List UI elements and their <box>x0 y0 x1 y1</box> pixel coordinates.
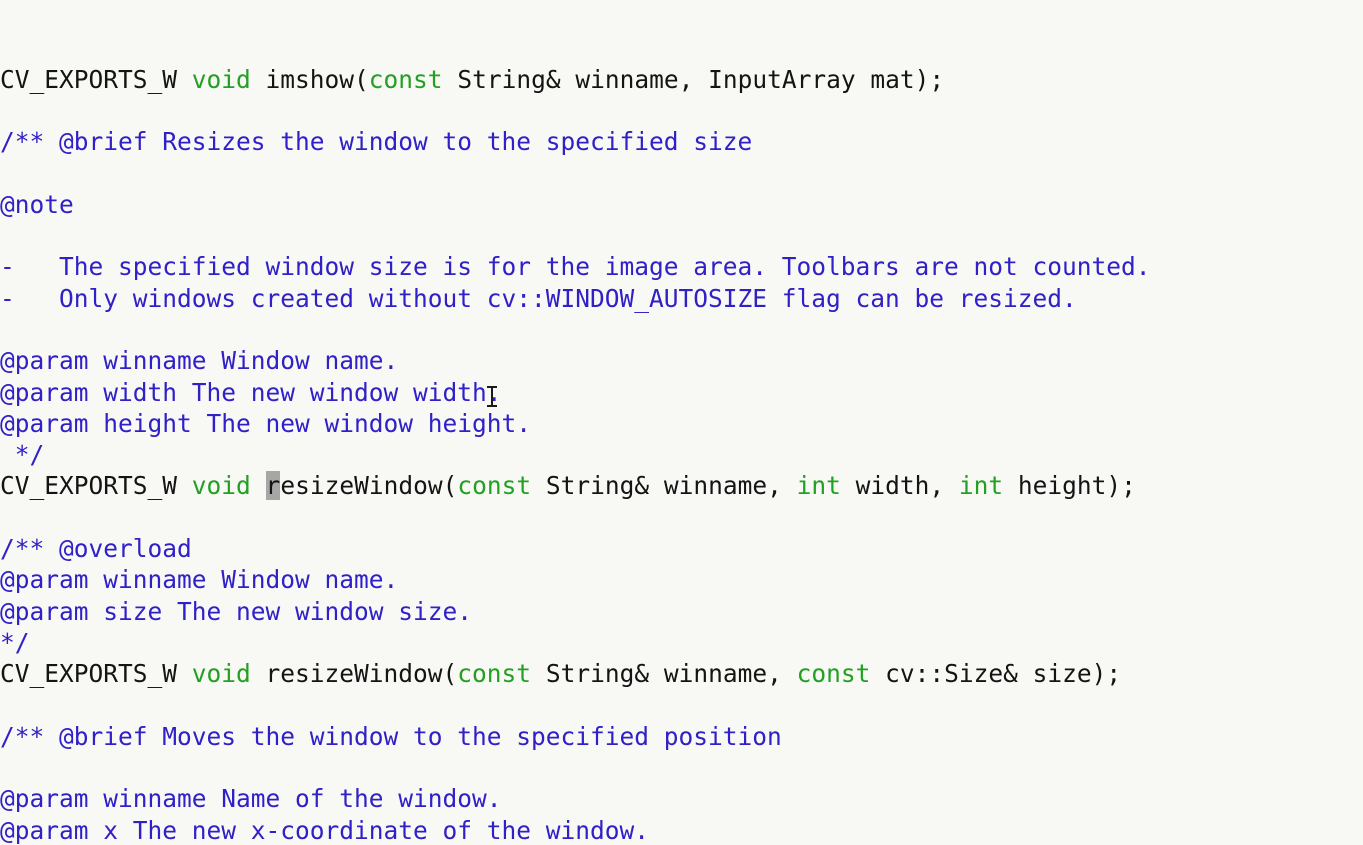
code-line[interactable]: @param winname Name of the window. <box>0 783 1363 814</box>
code-line[interactable]: @param winname Window name. <box>0 345 1363 376</box>
code-token-comment: /** @brief Resizes the window to the spe… <box>0 127 753 157</box>
code-token-comment: @param height The new window height. <box>0 408 532 438</box>
code-token-keyword: const <box>796 659 871 689</box>
code-token-comment: /** @overload <box>0 534 192 564</box>
code-line[interactable]: - Only windows created without cv::WINDO… <box>0 283 1363 314</box>
code-token-keyword: void <box>191 64 251 94</box>
code-line[interactable]: @param height The new window height. <box>0 408 1363 439</box>
code-token-comment: - The specified window size is for the i… <box>0 252 1151 282</box>
code-token-comment: @param x The new x-coordinate of the win… <box>0 815 650 845</box>
code-line[interactable]: - The specified window size is for the i… <box>0 251 1363 282</box>
code-line[interactable]: /** @brief Moves the window to the speci… <box>0 721 1363 752</box>
code-token-keyword: void <box>191 659 251 689</box>
code-token-keyword: void <box>191 471 251 501</box>
code-line-blank[interactable] <box>0 157 1363 188</box>
code-token-comment: @note <box>0 189 74 219</box>
code-token-plain: esizeWindow( <box>280 471 458 501</box>
code-token-comment: @param winname Name of the window. <box>0 784 502 814</box>
code-line-blank[interactable] <box>0 752 1363 783</box>
code-token-plain: String& winname, <box>531 659 797 689</box>
code-token-comment: @param winname Window name. <box>0 346 399 376</box>
code-line-blank[interactable] <box>0 95 1363 126</box>
code-line[interactable]: @param width The new window width. <box>0 377 1363 408</box>
code-line[interactable]: */ <box>0 439 1363 470</box>
code-line-blank[interactable] <box>0 220 1363 251</box>
code-token-comment: @param winname Window name. <box>0 565 399 595</box>
code-line[interactable]: @param x The new x-coordinate of the win… <box>0 815 1363 845</box>
code-line[interactable]: */ <box>0 627 1363 658</box>
code-lines-container[interactable]: CV_EXPORTS_W void imshow(const String& w… <box>0 64 1363 845</box>
code-token-keyword: int <box>796 471 841 501</box>
code-line[interactable]: /** @overload <box>0 533 1363 564</box>
code-token-plain: height); <box>1003 471 1136 501</box>
code-line[interactable]: CV_EXPORTS_W void resizeWindow(const Str… <box>0 658 1363 689</box>
code-token-keyword: const <box>368 64 443 94</box>
code-token-comment: @param size The new window size. <box>0 596 473 626</box>
code-line[interactable]: @param size The new window size. <box>0 596 1363 627</box>
block-cursor-icon[interactable]: r <box>265 471 281 501</box>
code-token-plain: CV_EXPORTS_W <box>0 471 192 501</box>
code-token-comment: - Only windows created without cv::WINDO… <box>0 283 1077 313</box>
code-token-comment: @param width The new window width. <box>0 377 502 407</box>
code-token-comment: */ <box>0 440 45 470</box>
code-token-keyword: const <box>457 471 532 501</box>
code-token-plain: cv::Size& size); <box>870 659 1122 689</box>
code-token-keyword: int <box>958 471 1004 501</box>
code-token-plain: String& winname, <box>531 471 797 501</box>
code-token-keyword: const <box>457 659 532 689</box>
code-token-plain: resizeWindow( <box>250 659 458 689</box>
code-token-plain: String& winname, InputArray mat); <box>442 64 945 94</box>
code-token-plain: CV_EXPORTS_W <box>0 64 192 94</box>
code-editor-text-area[interactable]: CV_EXPORTS_W void imshow(const String& w… <box>0 0 1363 845</box>
code-token-plain: imshow( <box>250 64 369 94</box>
code-line-blank[interactable] <box>0 502 1363 533</box>
code-line[interactable]: /** @brief Resizes the window to the spe… <box>0 126 1363 157</box>
code-line-blank[interactable] <box>0 690 1363 721</box>
code-line[interactable]: @note <box>0 189 1363 220</box>
code-line[interactable]: @param winname Window name. <box>0 564 1363 595</box>
code-line-blank[interactable] <box>0 314 1363 345</box>
code-token-plain: CV_EXPORTS_W <box>0 659 192 689</box>
code-line[interactable]: CV_EXPORTS_W void resizeWindow(const Str… <box>0 470 1363 501</box>
code-token-comment: /** @brief Moves the window to the speci… <box>0 721 782 751</box>
code-token-plain: width, <box>840 471 959 501</box>
code-token-comment: */ <box>0 627 30 657</box>
code-line[interactable]: CV_EXPORTS_W void imshow(const String& w… <box>0 64 1363 95</box>
